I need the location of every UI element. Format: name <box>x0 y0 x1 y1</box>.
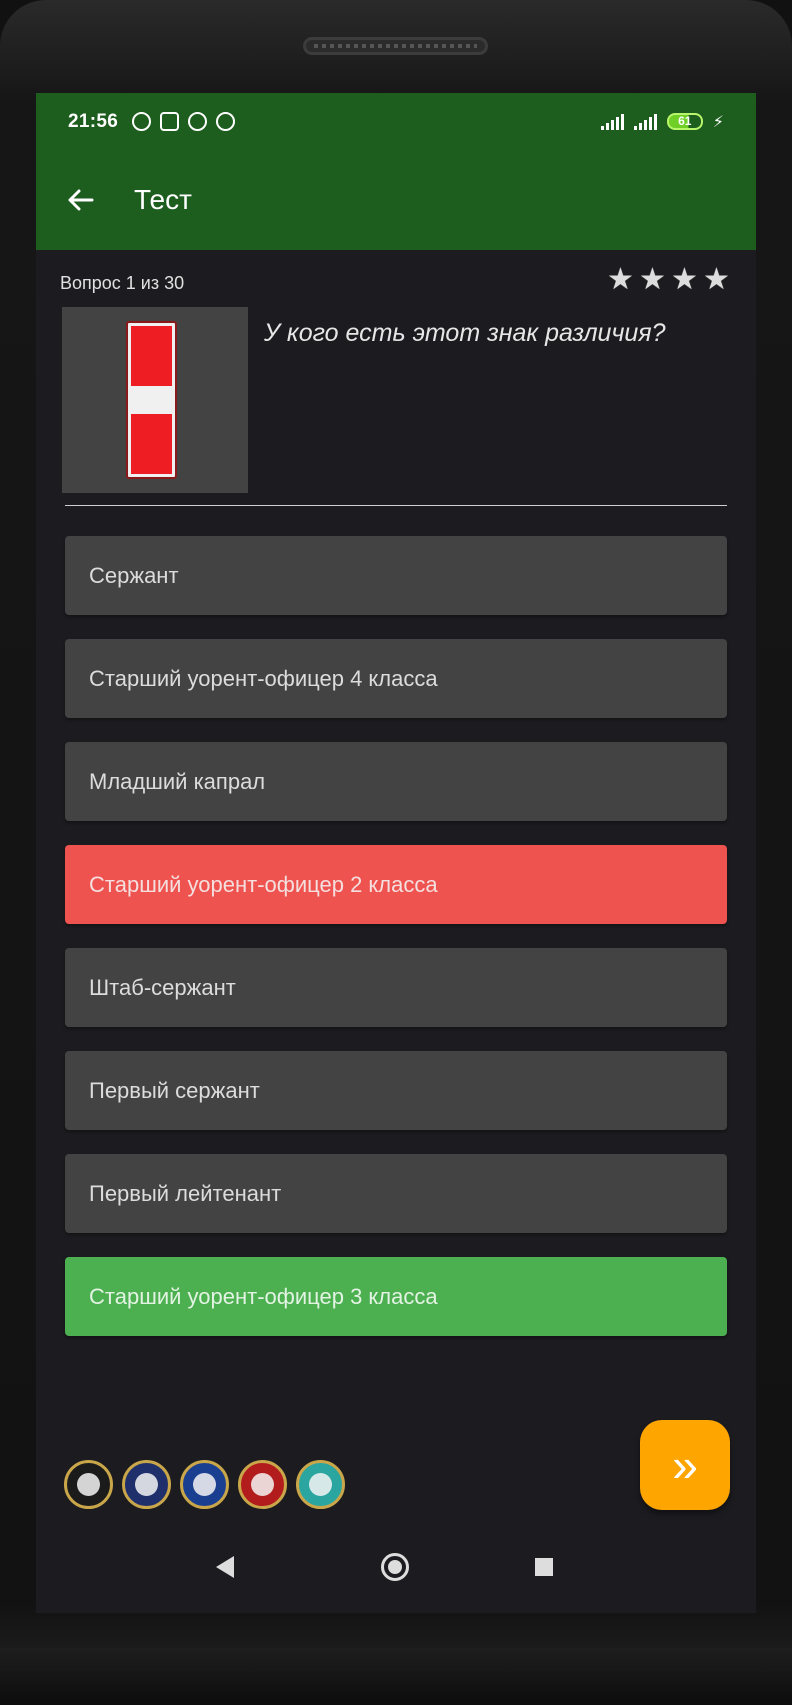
answer-option[interactable]: Младший капрал <box>65 742 727 821</box>
answer-option[interactable]: Штаб-сержант <box>65 948 727 1027</box>
app-bar: Тест <box>36 150 756 250</box>
insignia-image <box>62 307 248 493</box>
speaker-grille <box>303 37 488 55</box>
nav-back-icon[interactable] <box>216 1556 234 1578</box>
sync-icon <box>188 112 208 131</box>
battery-icon: 61 <box>666 113 703 130</box>
signal-icon <box>600 113 624 130</box>
star-icon: ★ <box>639 263 666 296</box>
notification-icon <box>160 112 180 131</box>
status-bar: 21:56 61 ⚡ <box>36 93 756 150</box>
status-time: 21:56 <box>68 110 119 132</box>
branch-emblems <box>64 1460 345 1509</box>
air-force-emblem-icon[interactable] <box>180 1460 229 1509</box>
star-icon: ★ <box>607 263 634 296</box>
insignia-icon <box>126 321 177 479</box>
next-question-button[interactable]: » <box>640 1420 730 1510</box>
navy-emblem-icon[interactable] <box>122 1460 171 1509</box>
question-text: У кого есть этот знак различия? <box>264 319 666 347</box>
rating-stars: ★ ★ ★ ★ <box>606 263 731 296</box>
screen: 21:56 61 ⚡ Тест Вопрос 1 из 30 ★ ★ ★ ★ У… <box>36 93 756 1613</box>
answer-option-correct[interactable]: Старший уорент-офицер 3 класса <box>65 1257 727 1336</box>
phone-frame: 21:56 61 ⚡ Тест Вопрос 1 из 30 ★ ★ ★ ★ У… <box>0 0 792 1705</box>
divider <box>65 505 727 506</box>
answer-option[interactable]: Сержант <box>65 536 727 615</box>
coast-guard-emblem-icon[interactable] <box>296 1460 345 1509</box>
answer-option[interactable]: Старший уорент-офицер 4 класса <box>65 639 727 718</box>
page-title: Тест <box>134 184 192 215</box>
star-icon: ★ <box>703 263 730 296</box>
arrow-left-icon[interactable] <box>64 184 96 216</box>
marine-corps-emblem-icon[interactable] <box>238 1460 287 1509</box>
sync-icon <box>216 112 236 131</box>
nav-recents-icon[interactable] <box>535 1558 553 1576</box>
status-right: 61 ⚡ <box>600 112 724 132</box>
star-icon: ★ <box>671 263 698 296</box>
phone-chin <box>0 1648 792 1705</box>
charging-icon: ⚡ <box>712 113 724 131</box>
system-nav-bar <box>36 1523 756 1613</box>
signal-icon <box>633 113 657 130</box>
question-counter: Вопрос 1 из 30 <box>60 273 185 293</box>
answer-option-wrong[interactable]: Старший уорент-офицер 2 класса <box>65 845 727 924</box>
status-icons <box>132 112 236 131</box>
nav-home-icon[interactable] <box>381 1553 409 1581</box>
army-emblem-icon[interactable] <box>64 1460 113 1509</box>
answer-option[interactable]: Первый лейтенант <box>65 1154 727 1233</box>
answer-option[interactable]: Первый сержант <box>65 1051 727 1130</box>
alarm-icon <box>132 112 152 131</box>
answer-list: Сержант Старший уорент-офицер 4 класса М… <box>65 536 727 1360</box>
double-chevron-right-icon: » <box>672 1439 698 1491</box>
